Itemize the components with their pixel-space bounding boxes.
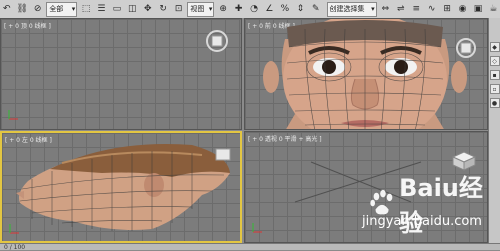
mirror-icon[interactable]: ⇔ bbox=[379, 2, 392, 16]
schematic-view-icon[interactable]: ⊞ bbox=[440, 2, 453, 16]
named-selection-set-dropdown[interactable]: 创建选择集 bbox=[326, 1, 377, 17]
viewcube-icon[interactable] bbox=[212, 147, 234, 163]
viewport-top[interactable]: [ + 0 顶 0 线框 ] bbox=[0, 18, 242, 130]
viewport-front[interactable]: [ + 0 前 0 线框 ] bbox=[244, 18, 488, 130]
angle-snap-icon[interactable]: ∠ bbox=[263, 2, 276, 16]
rotate-icon[interactable]: ↻ bbox=[156, 2, 169, 16]
main-toolbar: ↶ ⛓ ⊘ 全部 ⬚ ☰ ▭ ◫ ✥ ↻ ⊡ 视图 ⊕ ✚ ◔ ∠ % ⇕ ✎ … bbox=[0, 0, 500, 19]
unlink-icon[interactable]: ⊘ bbox=[31, 2, 44, 16]
watermark-url: jingyan.baidu.com bbox=[362, 214, 482, 229]
modify-tab-icon[interactable]: ◇ bbox=[489, 56, 500, 66]
axis-tripod-icon bbox=[9, 224, 19, 234]
select-object-icon[interactable]: ⬚ bbox=[79, 2, 92, 16]
scale-icon[interactable]: ⊡ bbox=[172, 2, 185, 16]
hierarchy-tab-icon[interactable]: ▪ bbox=[489, 70, 500, 80]
undo-icon[interactable]: ↶ bbox=[0, 2, 13, 16]
move-icon[interactable]: ✥ bbox=[141, 2, 154, 16]
time-slider[interactable]: 0 / 100 bbox=[0, 243, 500, 251]
material-editor-icon[interactable]: ◉ bbox=[456, 2, 469, 16]
selection-filter-dropdown[interactable]: 全部 bbox=[46, 1, 78, 17]
edit-named-selection-icon[interactable]: ✎ bbox=[309, 2, 322, 16]
motion-tab-icon[interactable]: ▫ bbox=[489, 84, 500, 94]
face-mesh-front bbox=[263, 19, 467, 129]
display-tab-icon[interactable]: ● bbox=[489, 98, 500, 108]
select-region-icon[interactable]: ▭ bbox=[110, 2, 123, 16]
curve-editor-icon[interactable]: ∿ bbox=[425, 2, 438, 16]
select-by-name-icon[interactable]: ☰ bbox=[95, 2, 108, 16]
create-tab-icon[interactable]: ◆ bbox=[489, 42, 500, 52]
layers-icon[interactable]: ≡ bbox=[410, 2, 423, 16]
align-icon[interactable]: ⇌ bbox=[394, 2, 407, 16]
render-icon[interactable]: ☕ bbox=[487, 2, 500, 16]
percent-snap-icon[interactable]: % bbox=[278, 2, 291, 16]
viewport-left[interactable]: [ + 0 左 0 线框 ] bbox=[0, 131, 242, 243]
select-manipulate-icon[interactable]: ✚ bbox=[232, 2, 245, 16]
axis-tripod-icon bbox=[252, 223, 262, 233]
reference-coordinate-dropdown[interactable]: 视图 bbox=[187, 1, 215, 17]
axis-tripod-icon bbox=[8, 110, 18, 120]
link-icon[interactable]: ⛓ bbox=[15, 2, 28, 16]
window-crossing-icon[interactable]: ◫ bbox=[126, 2, 139, 16]
face-mesh-side bbox=[16, 144, 230, 231]
render-setup-icon[interactable]: ▣ bbox=[471, 2, 484, 16]
snap-toggle-icon[interactable]: ◔ bbox=[247, 2, 260, 16]
viewcube-icon[interactable] bbox=[455, 37, 477, 59]
viewcube-icon[interactable] bbox=[205, 29, 229, 53]
spinner-snap-icon[interactable]: ⇕ bbox=[294, 2, 307, 16]
pivot-icon[interactable]: ⊕ bbox=[216, 2, 229, 16]
viewport-label[interactable]: [ + 0 顶 0 线框 ] bbox=[4, 21, 51, 30]
